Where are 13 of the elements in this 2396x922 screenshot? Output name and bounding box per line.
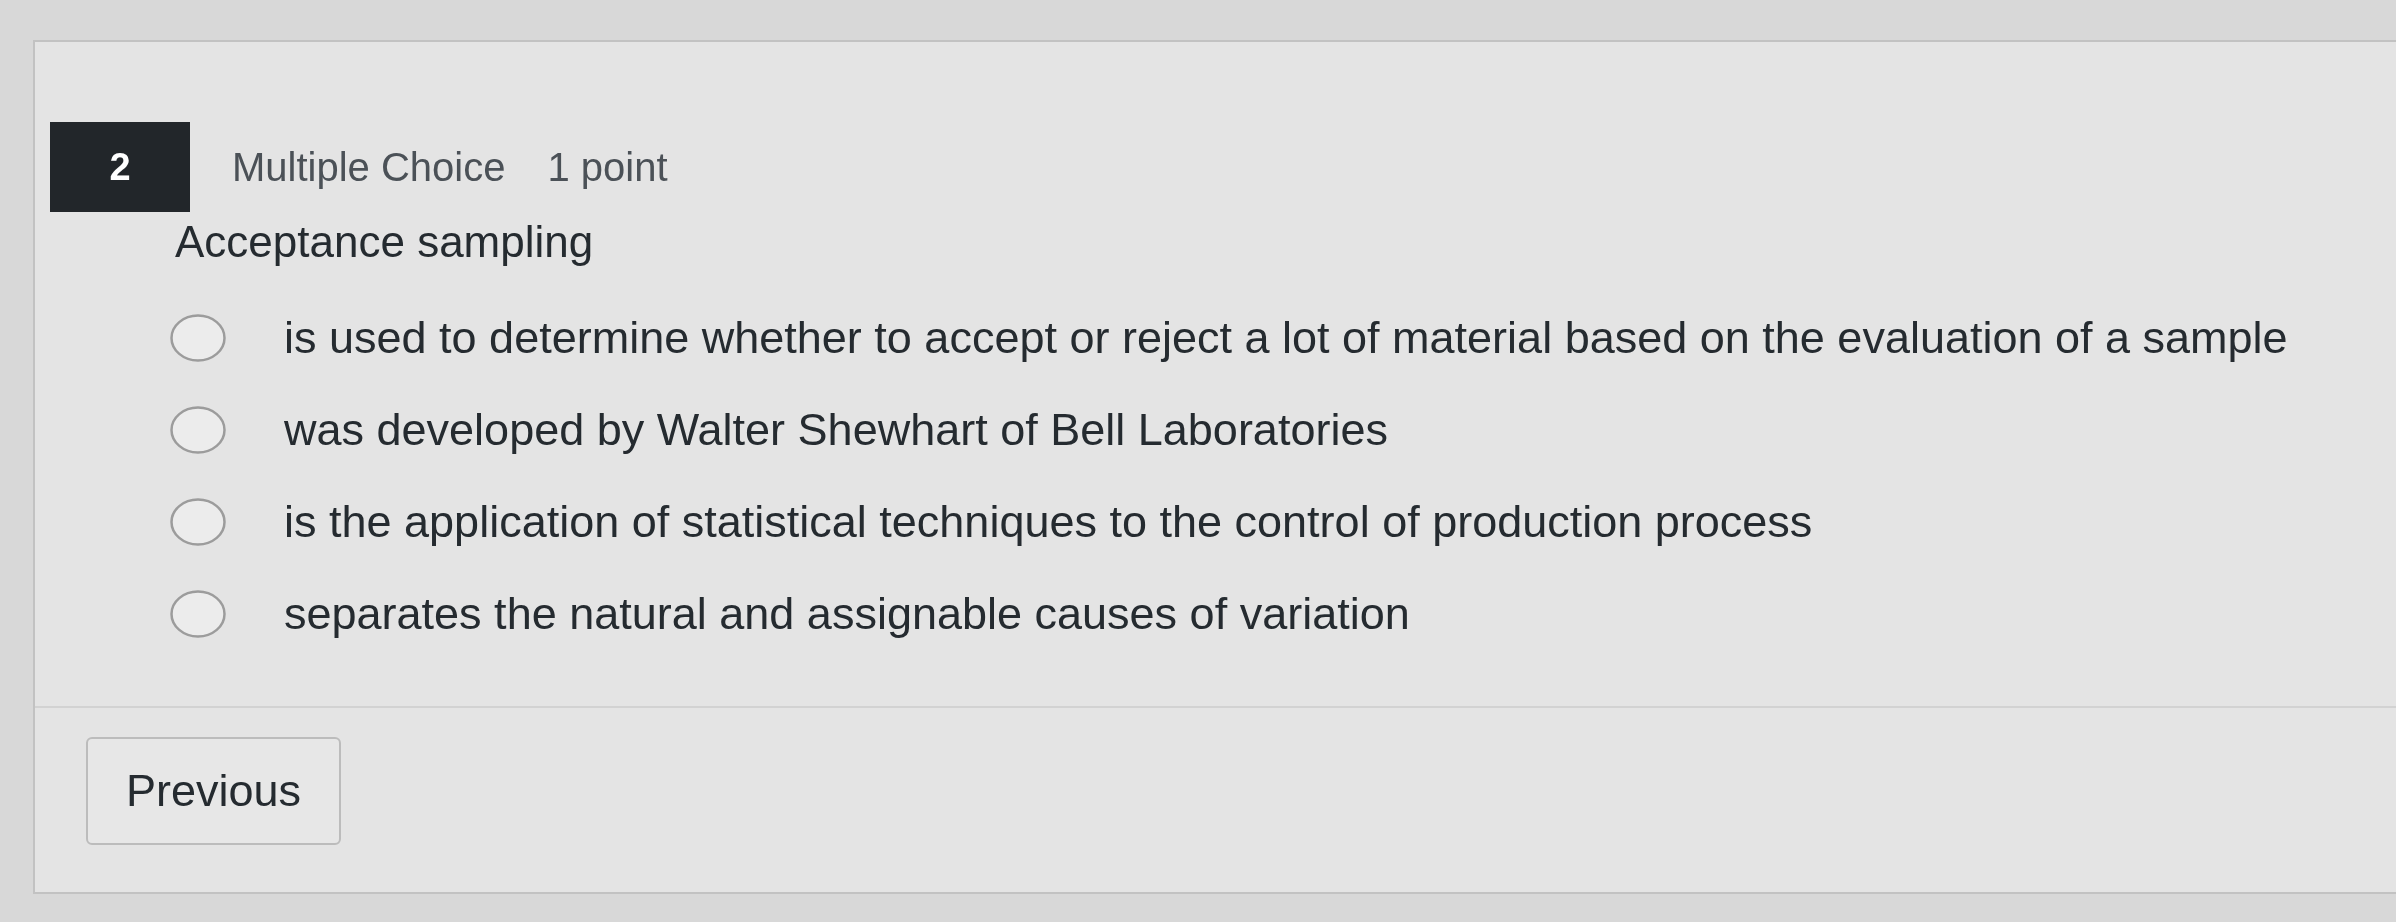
question-prompt: Acceptance sampling — [175, 216, 594, 268]
previous-button[interactable]: Previous — [86, 737, 341, 845]
question-number: 2 — [50, 122, 190, 212]
question-type: Multiple Choice — [232, 144, 506, 190]
radio-button[interactable] — [170, 590, 226, 638]
question-points: 1 point — [547, 144, 668, 190]
answer-option[interactable]: separates the natural and assignable causes of variation — [284, 588, 1410, 640]
radio-button[interactable] — [170, 406, 226, 454]
answer-option[interactable]: is the application of statistical techniques to the control of production process — [284, 496, 1813, 548]
radio-button[interactable] — [170, 498, 226, 546]
answer-option[interactable]: is used to determine whether to accept or reject a lot of material based on the evaluation of a sample — [284, 312, 2288, 364]
radio-button[interactable] — [170, 314, 226, 362]
answer-option[interactable]: was developed by Walter Shewhart of Bell Laboratories — [284, 404, 1388, 456]
